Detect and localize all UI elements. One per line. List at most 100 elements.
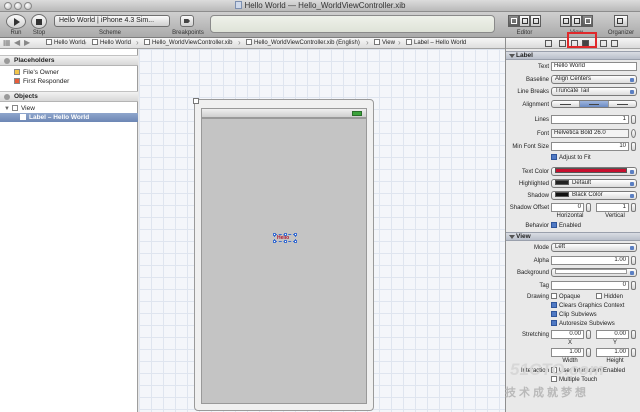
align-right-icon[interactable] <box>609 101 636 107</box>
autoresize-subviews-checkbox[interactable]: Autoresize Subviews <box>551 320 615 327</box>
line-breaks-popup[interactable]: Truncate Tail <box>551 87 637 96</box>
checkbox-icon[interactable] <box>551 154 557 160</box>
enabled-checkbox[interactable]: Enabled <box>551 222 581 229</box>
shadow-offset-vertical-stepper[interactable] <box>631 203 636 212</box>
stretch-y-field[interactable]: 0.00 <box>596 330 629 339</box>
interface-builder-canvas[interactable]: Hello <box>139 49 505 412</box>
stretch-width-stepper[interactable] <box>586 348 591 357</box>
font-field[interactable]: Helvetica Bold 26.0 <box>551 129 629 138</box>
navigator-toggle-button[interactable] <box>560 15 571 27</box>
resize-handle[interactable] <box>284 240 287 243</box>
lines-field[interactable]: 1 <box>551 115 629 124</box>
hello-world-label[interactable]: Hello <box>273 233 297 243</box>
battery-icon <box>352 111 362 116</box>
checkbox-icon[interactable] <box>551 293 557 299</box>
alpha-field[interactable]: 1.00 <box>551 256 629 265</box>
lines-stepper[interactable] <box>631 115 636 124</box>
resize-handle[interactable] <box>294 240 297 243</box>
assistant-editor-button[interactable] <box>519 15 530 27</box>
adjust-to-fit-checkbox[interactable]: Adjust to Fit <box>551 154 591 161</box>
jump-item-xib[interactable]: Hello_WorldViewController.xib <box>144 39 232 46</box>
debug-toggle-button[interactable] <box>571 15 582 27</box>
alpha-stepper[interactable] <box>631 256 636 265</box>
checkbox-icon[interactable] <box>551 222 557 228</box>
jump-item-label[interactable]: Label – Hello World <box>406 39 466 46</box>
stretch-height-stepper[interactable] <box>631 348 636 357</box>
shadow-offset-horizontal-stepper[interactable] <box>586 203 591 212</box>
connections-inspector-tab[interactable] <box>610 39 618 47</box>
scheme-popup[interactable]: Hello World | iPhone 4.3 Sim... <box>54 15 170 27</box>
shadow-offset-vertical-field[interactable]: 1 <box>596 203 629 212</box>
size-inspector-tab[interactable] <box>599 39 607 47</box>
text-color-popup[interactable] <box>551 167 637 176</box>
checkbox-icon[interactable] <box>596 293 602 299</box>
min-font-size-stepper[interactable] <box>631 142 636 151</box>
align-left-icon[interactable] <box>552 101 581 107</box>
highlighted-popup[interactable]: Default <box>551 179 637 188</box>
clip-subviews-checkbox[interactable]: Clip Subviews <box>551 311 597 318</box>
background-popup[interactable] <box>551 268 637 277</box>
jump-grid-icon[interactable]: ▦ <box>3 38 11 47</box>
outline-item-files-owner[interactable]: File's Owner <box>0 68 138 77</box>
shadow-popup[interactable]: Black Color <box>551 191 637 200</box>
baseline-popup[interactable]: Align Centers <box>551 75 637 84</box>
mode-popup[interactable]: Left <box>551 243 637 252</box>
disclosure-triangle-icon[interactable]: ▼ <box>4 106 10 112</box>
placeholders-header[interactable]: Placeholders <box>0 55 138 66</box>
min-font-size-field[interactable]: 10 <box>551 142 629 151</box>
resize-handle[interactable] <box>273 240 276 243</box>
file-inspector-tab[interactable] <box>544 39 552 47</box>
resize-handle[interactable] <box>294 233 297 236</box>
view-frame[interactable]: Hello <box>193 98 374 411</box>
stretch-y-stepper[interactable] <box>631 330 636 339</box>
breakpoints-button[interactable] <box>180 15 194 27</box>
view-icon <box>11 105 18 111</box>
shadow-offset-horizontal-field[interactable]: 0 <box>551 203 584 212</box>
stretch-x-stepper[interactable] <box>586 330 591 339</box>
font-picker-button[interactable] <box>631 129 636 138</box>
view-corner-handle[interactable] <box>193 98 199 104</box>
text-field[interactable]: Hello World <box>551 62 637 71</box>
objects-header[interactable]: Objects <box>0 91 138 102</box>
opaque-checkbox[interactable]: Opaque <box>551 293 580 300</box>
quick-help-tab[interactable] <box>558 39 566 47</box>
clears-graphics-context-checkbox[interactable]: Clears Graphics Context <box>551 302 624 309</box>
align-center-icon[interactable] <box>580 101 609 107</box>
checkbox-icon[interactable] <box>551 320 557 326</box>
jump-item-localized-xib[interactable]: Hello_WorldViewController.xib (English) <box>246 39 360 46</box>
tag-field[interactable]: 0 <box>551 281 629 290</box>
label-icon <box>20 114 26 120</box>
jump-item-view[interactable]: View <box>374 39 395 46</box>
outline-item-view[interactable]: ▼ View <box>0 104 138 113</box>
resize-handle[interactable] <box>284 233 287 236</box>
alignment-segmented-control[interactable] <box>551 100 637 108</box>
label-section-header[interactable]: Label <box>506 51 640 60</box>
utilities-toggle-button[interactable] <box>582 15 593 27</box>
stretch-height-field[interactable]: 1.00 <box>596 348 629 357</box>
stretch-x-field[interactable]: 0.00 <box>551 330 584 339</box>
utilities-toggle-icon <box>585 18 591 24</box>
forward-arrow-icon[interactable]: ▶ <box>24 38 30 47</box>
organizer-button[interactable] <box>614 15 628 27</box>
stop-button[interactable] <box>31 14 47 29</box>
jump-item-group[interactable]: Hello World <box>92 39 131 46</box>
view-section-header[interactable]: View <box>506 232 640 241</box>
checkbox-icon[interactable] <box>551 302 557 308</box>
hidden-checkbox[interactable]: Hidden <box>596 293 623 300</box>
tag-stepper[interactable] <box>631 281 636 290</box>
back-arrow-icon[interactable]: ◀ <box>14 38 20 47</box>
checkbox-icon[interactable] <box>551 311 557 317</box>
run-button[interactable] <box>6 14 26 29</box>
resize-handle[interactable] <box>273 233 276 236</box>
standard-editor-button[interactable] <box>508 15 519 27</box>
jump-item-project[interactable]: Hello World <box>46 39 85 46</box>
stretch-width-field[interactable]: 1.00 <box>551 348 584 357</box>
xib-file-icon <box>234 1 242 9</box>
outline-item-label[interactable]: Label – Hello World <box>0 113 138 122</box>
jump-separator-icon: › <box>238 38 241 47</box>
stretching-label: Stretching <box>521 332 549 338</box>
outline-item-first-responder[interactable]: First Responder <box>0 77 138 86</box>
version-editor-button[interactable] <box>530 15 541 27</box>
highlight-box <box>567 32 597 48</box>
main-view[interactable]: Hello <box>201 118 367 404</box>
